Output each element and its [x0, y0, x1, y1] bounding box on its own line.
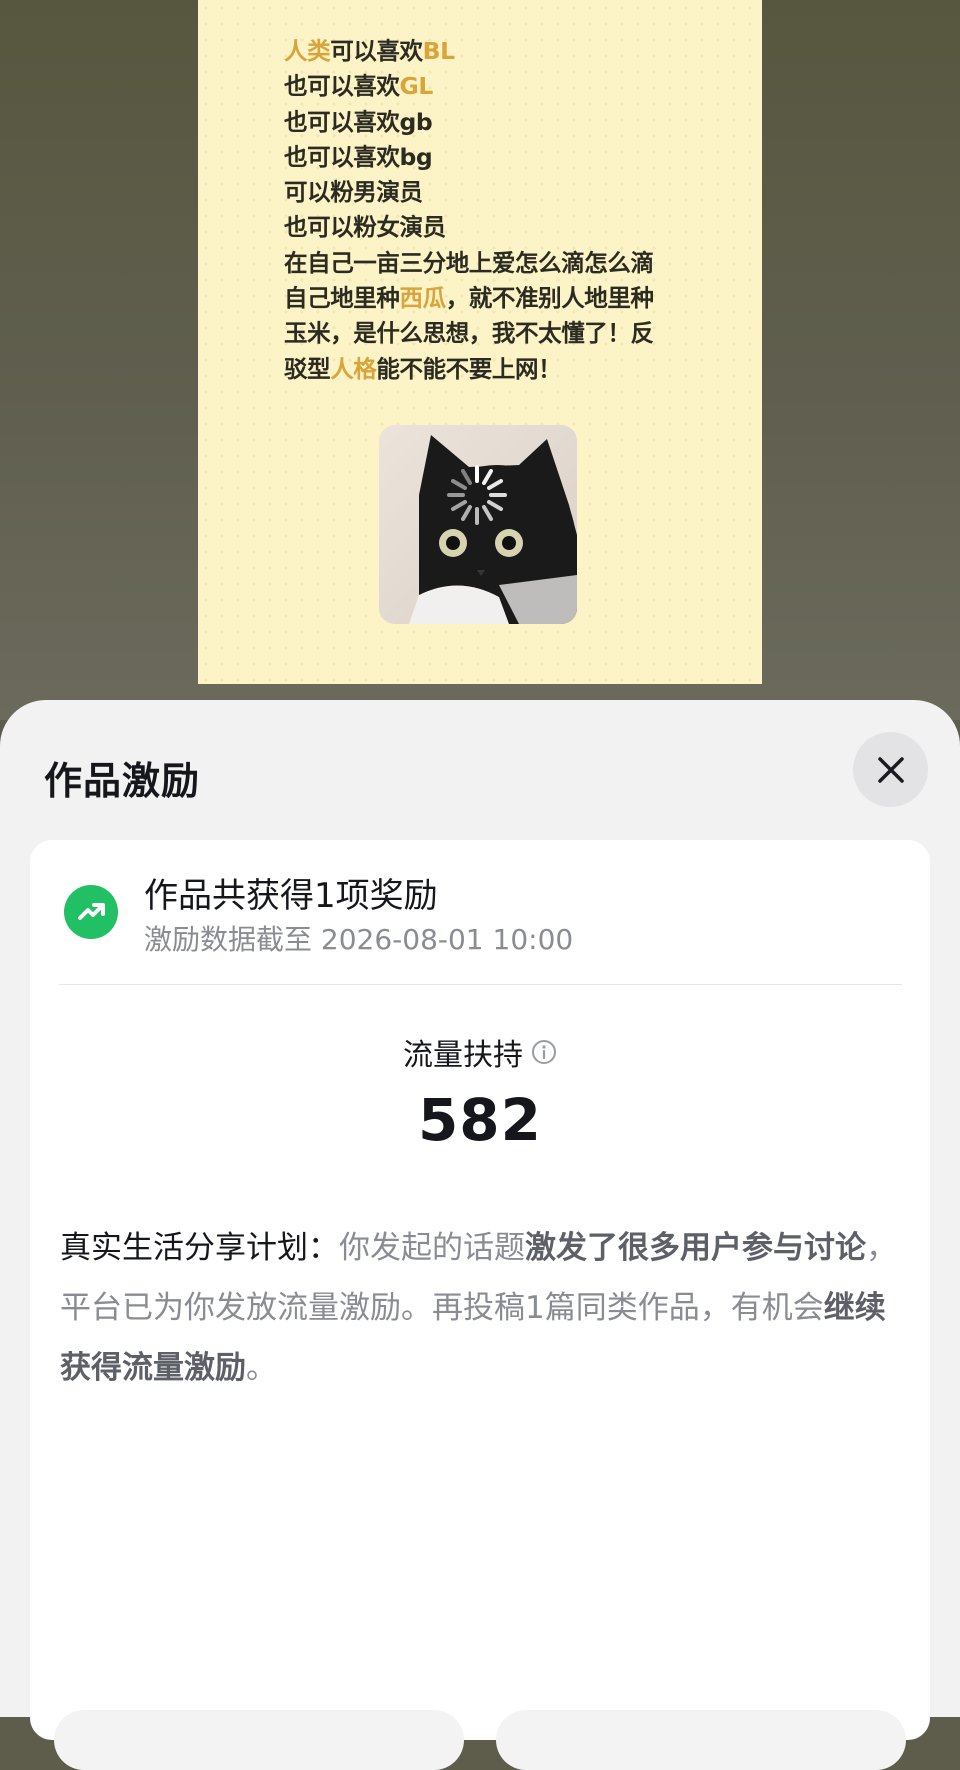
- description-text: 。: [246, 1350, 277, 1386]
- description-emphasis: 激发了很多用户参与讨论: [525, 1230, 866, 1266]
- trending-up-icon: [64, 885, 118, 939]
- post-text: 在自己一亩三分地上爱怎么滴怎么滴: [284, 248, 654, 277]
- post-text: 能不能不要上网！: [376, 354, 562, 383]
- post-text-line: 玉米，是什么思想，我不太懂了！反: [284, 316, 704, 351]
- plan-name: 真实生活分享计划：: [60, 1230, 339, 1266]
- award-title: 作品共获得1项奖励: [144, 876, 438, 916]
- bottom-action-button-right[interactable]: [496, 1710, 906, 1770]
- award-timestamp: 激励数据截至 2026-08-01 10:00: [144, 923, 574, 956]
- metric-label-row: 流量扶持: [30, 1030, 930, 1074]
- post-text-line: 可以粉男演员: [284, 175, 704, 210]
- post-text-block: 人类可以喜欢BL 也可以喜欢GL 也可以喜欢gb 也可以喜欢bg 可以粉男演员 也可以粉女…: [284, 34, 704, 387]
- highlighted-text: 人类: [284, 37, 331, 65]
- post-content-image: 人类可以喜欢BL 也可以喜欢GL 也可以喜欢gb 也可以喜欢bg 可以粉男演员 也可以粉女…: [198, 0, 762, 684]
- metric-label: 流量扶持: [403, 1038, 523, 1073]
- post-text: 玉米，是什么思想，我不太懂了！反: [284, 319, 654, 348]
- bottom-action-button-left[interactable]: [54, 1710, 464, 1770]
- post-text: 可以喜欢: [330, 37, 423, 65]
- incentive-bottom-sheet: 作品激励 作品共获得1项奖励 激励数据截至 2026-08-01 10:00 流…: [0, 700, 960, 1770]
- post-text-line: 驳型人格能不能不要上网！: [284, 352, 704, 387]
- post-text: 也可以喜欢bg: [284, 142, 433, 171]
- post-text: 也可以喜欢: [284, 72, 400, 101]
- highlighted-text: BL: [422, 37, 455, 65]
- incentive-card: 作品共获得1项奖励 激励数据截至 2026-08-01 10:00 流量扶持 5…: [30, 840, 930, 1770]
- post-text-line: 也可以喜欢gb: [284, 105, 704, 140]
- post-text: 也可以粉女演员: [284, 213, 446, 242]
- post-text-line: 人类可以喜欢BL: [284, 34, 704, 69]
- close-icon: [877, 756, 904, 783]
- post-text: ，就不准别人地里种: [445, 284, 654, 313]
- post-text-line: 自己地里种西瓜，就不准别人地里种: [284, 281, 704, 316]
- divider: [59, 984, 902, 985]
- close-button[interactable]: [853, 732, 928, 807]
- cat-meme-image: [379, 425, 577, 624]
- incentive-description: 真实生活分享计划：你发起的话题激发了很多用户参与讨论，平台已为你发放流量激励。再…: [60, 1218, 902, 1398]
- post-text: 也可以喜欢gb: [284, 107, 433, 136]
- post-text: 自己地里种: [284, 284, 400, 313]
- post-text: 驳型: [284, 354, 331, 383]
- info-icon[interactable]: [531, 1039, 557, 1065]
- post-text: 可以粉男演员: [284, 178, 423, 207]
- metric-value: 582: [417, 1086, 543, 1154]
- highlighted-text: 人格: [330, 354, 377, 383]
- description-text: 你发起的话题: [339, 1230, 525, 1266]
- post-text-line: 在自己一亩三分地上爱怎么滴怎么滴: [284, 246, 704, 281]
- highlighted-text: GL: [399, 72, 434, 101]
- post-text-line: 也可以粉女演员: [284, 210, 704, 245]
- post-text-line: 也可以喜欢bg: [284, 140, 704, 175]
- post-text-line: 也可以喜欢GL: [284, 69, 704, 104]
- sheet-title: 作品激励: [44, 759, 201, 803]
- highlighted-text: 西瓜: [399, 284, 447, 313]
